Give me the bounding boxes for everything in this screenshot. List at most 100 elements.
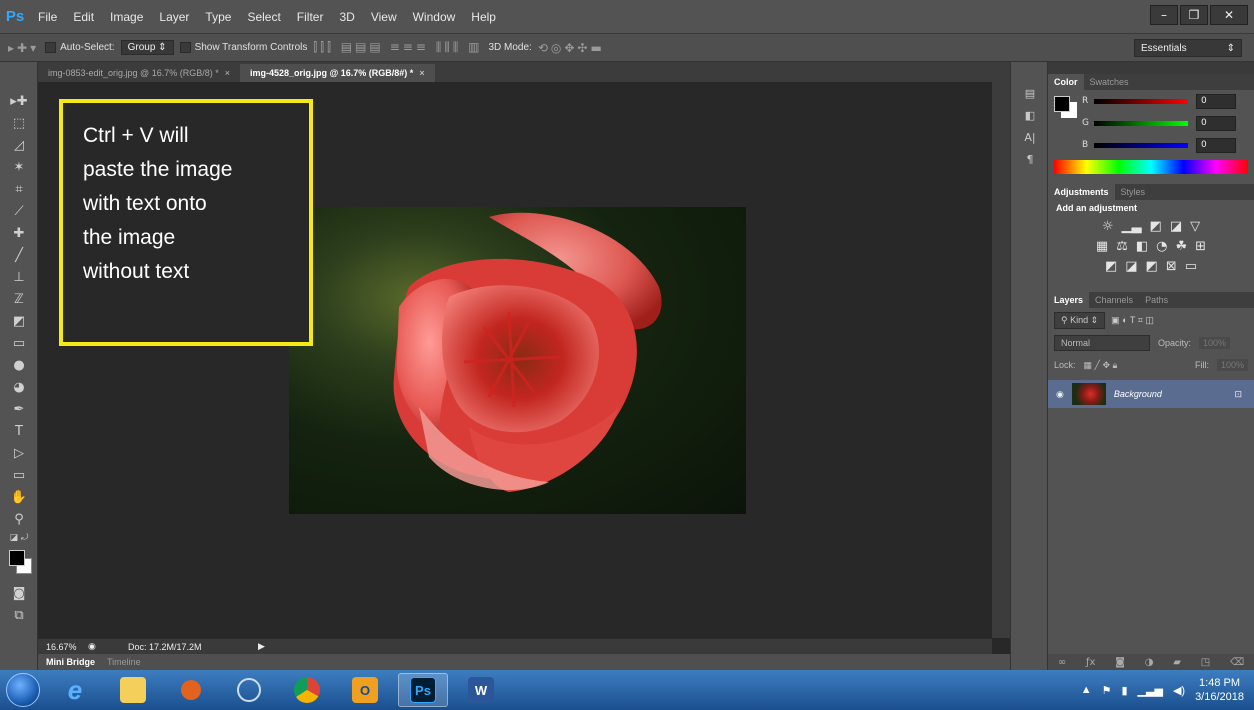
tab-paths[interactable]: Paths bbox=[1139, 292, 1174, 308]
opacity-input[interactable]: 100% bbox=[1199, 337, 1231, 349]
zoom-level[interactable]: 16.67% bbox=[38, 642, 88, 652]
levels-icon[interactable]: ▁▃ bbox=[1122, 219, 1142, 234]
start-button[interactable] bbox=[6, 673, 40, 707]
green-slider[interactable] bbox=[1094, 120, 1188, 126]
red-value[interactable]: 0 bbox=[1196, 93, 1236, 109]
close-icon[interactable]: × bbox=[419, 68, 424, 78]
pen-tool-icon[interactable]: ✒ bbox=[0, 398, 38, 420]
menu-view[interactable]: View bbox=[363, 0, 405, 34]
status-info-icon[interactable]: ◉ bbox=[88, 641, 128, 652]
paragraph-panel-icon[interactable]: ¶ bbox=[1011, 148, 1049, 170]
volume-icon[interactable]: ◀) bbox=[1173, 684, 1185, 697]
tab-swatches[interactable]: Swatches bbox=[1084, 74, 1135, 90]
taskbar-chrome[interactable] bbox=[282, 673, 332, 707]
eye-icon[interactable]: ◉ bbox=[1056, 389, 1064, 400]
new-layer-icon[interactable]: ◳ bbox=[1201, 657, 1210, 668]
tab-adjustments[interactable]: Adjustments bbox=[1048, 184, 1115, 200]
auto-select-checkbox[interactable] bbox=[45, 41, 57, 53]
tab-mini-bridge[interactable]: Mini Bridge bbox=[38, 657, 103, 667]
document-image[interactable] bbox=[289, 207, 746, 514]
mask-icon[interactable]: ◙ bbox=[1115, 657, 1125, 668]
menu-file[interactable]: File bbox=[30, 0, 65, 34]
brush-tool-icon[interactable]: ╱ bbox=[0, 244, 38, 266]
menu-window[interactable]: Window bbox=[405, 0, 464, 34]
swap-colors-icon[interactable]: ◪ ⤾ bbox=[0, 530, 38, 546]
magic-wand-icon[interactable]: ✶ bbox=[0, 156, 38, 178]
type-tool-icon[interactable]: T bbox=[0, 420, 38, 442]
layer-row-background[interactable]: ◉ Background ⊡ bbox=[1048, 380, 1254, 408]
eraser-tool-icon[interactable]: ◩ bbox=[0, 310, 38, 332]
hand-tool-icon[interactable]: ✋ bbox=[0, 486, 38, 508]
taskbar-media[interactable] bbox=[166, 673, 216, 707]
curves-icon[interactable]: ◩ bbox=[1150, 219, 1162, 234]
link-icon[interactable]: ∞ bbox=[1058, 657, 1066, 668]
fill-input[interactable]: 100% bbox=[1216, 359, 1248, 371]
foreground-color-swatch[interactable] bbox=[9, 550, 25, 566]
taskbar-word[interactable]: W bbox=[456, 673, 506, 707]
folder-icon[interactable]: ▰ bbox=[1173, 657, 1181, 668]
green-value[interactable]: 0 bbox=[1196, 115, 1236, 131]
quick-mask-icon[interactable]: ◙ bbox=[0, 582, 38, 604]
move-tool-icon[interactable]: ▸✚ bbox=[0, 90, 38, 112]
vertical-scrollbar[interactable] bbox=[992, 82, 1010, 638]
taskbar-explorer[interactable] bbox=[108, 673, 158, 707]
workspace-dropdown[interactable]: Essentials ⇕ bbox=[1134, 39, 1242, 57]
healing-brush-icon[interactable]: ✚ bbox=[0, 222, 38, 244]
taskbar-app-4[interactable] bbox=[224, 673, 274, 707]
blue-value[interactable]: 0 bbox=[1196, 137, 1236, 153]
menu-3d[interactable]: 3D bbox=[331, 0, 362, 34]
color-swatches[interactable] bbox=[0, 546, 38, 582]
menu-select[interactable]: Select bbox=[239, 0, 288, 34]
dodge-tool-icon[interactable]: ◕ bbox=[0, 376, 38, 398]
layer-filter-icons[interactable]: ▣ ◐ T ⌗ ◫ bbox=[1111, 315, 1154, 326]
threshold-icon[interactable]: ◩ bbox=[1146, 259, 1158, 274]
gradient-map-icon[interactable]: ▭ bbox=[1185, 259, 1197, 274]
tab-layers[interactable]: Layers bbox=[1048, 292, 1090, 308]
restore-button[interactable]: ❐ bbox=[1180, 5, 1208, 25]
vibrance-icon[interactable]: ▽ bbox=[1190, 219, 1200, 234]
taskbar-photoshop[interactable]: Ps bbox=[398, 673, 448, 707]
channel-mixer-icon[interactable]: ☘ bbox=[1176, 239, 1188, 254]
close-icon[interactable]: × bbox=[225, 68, 230, 78]
tray-expand-icon[interactable]: ▲ bbox=[1081, 684, 1092, 696]
red-slider[interactable] bbox=[1094, 98, 1188, 104]
blur-tool-icon[interactable]: ● bbox=[0, 354, 38, 376]
menu-edit[interactable]: Edit bbox=[65, 0, 102, 34]
history-brush-icon[interactable]: ℤ bbox=[0, 288, 38, 310]
color-balance-icon[interactable]: ⚖ bbox=[1116, 239, 1128, 254]
properties-panel-icon[interactable]: ◧ bbox=[1011, 104, 1049, 126]
zoom-tool-icon[interactable]: ⚲ bbox=[0, 508, 38, 530]
signal-icon[interactable]: ▁▃▅ bbox=[1138, 684, 1163, 697]
marquee-tool-icon[interactable]: ⬚ bbox=[0, 112, 38, 134]
tab-timeline[interactable]: Timeline bbox=[103, 657, 145, 667]
3d-mode-icons[interactable]: ⟲◎✥✣▬ bbox=[538, 41, 605, 55]
eyedropper-icon[interactable]: ⟋ bbox=[0, 200, 38, 222]
menu-image[interactable]: Image bbox=[102, 0, 151, 34]
path-select-icon[interactable]: ▷ bbox=[0, 442, 38, 464]
flag-icon[interactable]: ⚑ bbox=[1102, 684, 1112, 697]
lasso-tool-icon[interactable]: ◿ bbox=[0, 134, 38, 156]
screen-mode-icon[interactable]: ⧉ bbox=[0, 604, 38, 626]
status-menu-arrow-icon[interactable]: ▶ bbox=[258, 641, 265, 652]
network-icon[interactable]: ▮ bbox=[1121, 684, 1127, 697]
move-tool-preset-icon[interactable]: ▸✚▾ bbox=[8, 41, 39, 55]
character-panel-icon[interactable]: A| bbox=[1011, 126, 1049, 148]
distribute-icons[interactable]: ≡≡≡ ⫼⫼⫼ ▥ bbox=[390, 40, 483, 55]
menu-help[interactable]: Help bbox=[463, 0, 504, 34]
blue-slider[interactable] bbox=[1094, 142, 1188, 148]
fg-color-chip[interactable] bbox=[1054, 96, 1070, 112]
brightness-icon[interactable]: ☼ bbox=[1102, 219, 1114, 234]
rectangle-tool-icon[interactable]: ▭ bbox=[0, 464, 38, 486]
selective-color-icon[interactable]: ⊠ bbox=[1166, 259, 1177, 274]
adjustment-layer-icon[interactable]: ◑ bbox=[1145, 657, 1154, 668]
tab-channels[interactable]: Channels bbox=[1089, 292, 1139, 308]
show-transform-option[interactable]: Show Transform Controls bbox=[179, 41, 307, 53]
crop-tool-icon[interactable]: ⌗ bbox=[0, 178, 38, 200]
menu-layer[interactable]: Layer bbox=[151, 0, 197, 34]
align-icons[interactable]: ⫿⫿⫿ ▤▤▤ bbox=[313, 40, 383, 55]
posterize-icon[interactable]: ◪ bbox=[1125, 259, 1137, 274]
menu-type[interactable]: Type bbox=[197, 0, 239, 34]
color-lookup-icon[interactable]: ⊞ bbox=[1195, 239, 1206, 254]
clock[interactable]: 1:48 PM 3/16/2018 bbox=[1195, 676, 1244, 704]
lock-icons[interactable]: ▦ ╱ ✥ 🔒︎ bbox=[1084, 360, 1118, 371]
